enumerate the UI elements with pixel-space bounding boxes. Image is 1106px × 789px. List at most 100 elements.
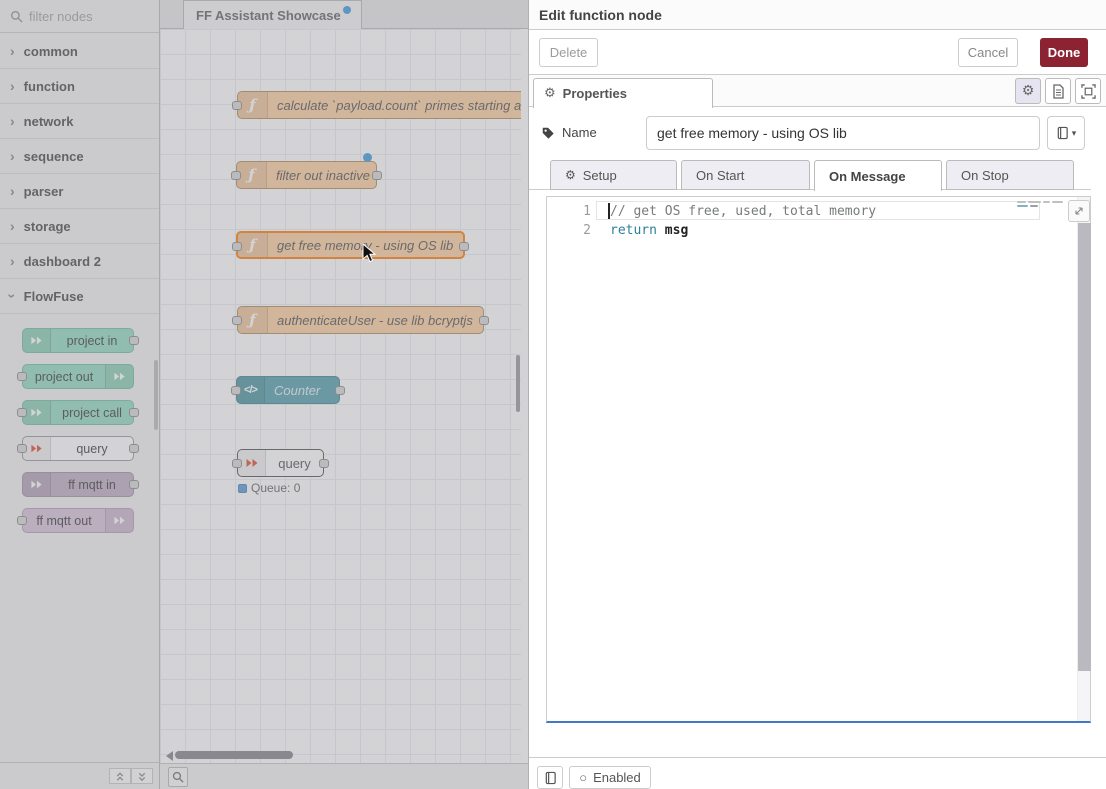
properties-tab-bar: ⚙ Properties ⚙ xyxy=(529,75,1106,107)
node-help-button[interactable] xyxy=(537,766,563,789)
zoom-search-button[interactable] xyxy=(168,767,188,787)
expand-editor-button[interactable] xyxy=(1068,200,1090,222)
enabled-circle-icon: ○ xyxy=(579,770,587,785)
appearance-view-button[interactable] xyxy=(1075,78,1101,104)
output-port[interactable] xyxy=(129,336,139,345)
tab-on-start[interactable]: On Start xyxy=(681,160,810,190)
code-line-2: return msg xyxy=(610,221,688,240)
label-options-button[interactable]: ▾ xyxy=(1047,116,1085,150)
palette-node-ff-mqtt-in[interactable]: ff mqtt in xyxy=(22,472,134,497)
expand-all-button[interactable] xyxy=(131,768,153,784)
palette-category-parser[interactable]: ›parser xyxy=(0,174,159,209)
input-port[interactable] xyxy=(231,386,241,395)
name-input[interactable] xyxy=(646,116,1040,150)
editor-scrollbar-thumb[interactable] xyxy=(1078,223,1091,671)
done-button[interactable]: Done xyxy=(1040,38,1088,67)
palette-category-function[interactable]: ›function xyxy=(0,69,159,104)
tag-icon xyxy=(541,126,555,140)
code-line-1: // get OS free, used, total memory xyxy=(610,202,876,221)
flow-node-counter[interactable]: </> Counter xyxy=(236,376,340,404)
output-port[interactable] xyxy=(479,316,489,325)
canvas-vertical-scrollbar[interactable] xyxy=(516,355,520,412)
palette-scrollbar[interactable] xyxy=(154,360,158,430)
palette-category-dashboard2[interactable]: ›dashboard 2 xyxy=(0,244,159,279)
output-port[interactable] xyxy=(129,408,139,417)
output-port[interactable] xyxy=(319,459,329,468)
delete-button[interactable]: Delete xyxy=(539,38,598,67)
palette: filter nodes ›common ›function ›network … xyxy=(0,0,160,789)
tab-on-message[interactable]: On Message xyxy=(814,160,942,191)
chevron-right-icon: › xyxy=(10,114,15,128)
palette-category-flowfuse[interactable]: ›FlowFuse xyxy=(0,279,159,314)
properties-view-button[interactable]: ⚙ xyxy=(1015,78,1041,104)
workspace-canvas[interactable]: FF Assistant Showcase ƒ calculate `paylo… xyxy=(160,0,528,789)
input-port[interactable] xyxy=(17,408,27,417)
editor-minimap xyxy=(1017,201,1065,209)
output-port[interactable] xyxy=(459,242,469,251)
palette-category-sequence[interactable]: ›sequence xyxy=(0,139,159,174)
flow-node-authenticate-user[interactable]: ƒ authenticateUser - use lib bcryptjs xyxy=(237,306,484,334)
gear-icon: ⚙ xyxy=(565,168,576,182)
document-icon xyxy=(1052,84,1065,99)
palette-category-common[interactable]: ›common xyxy=(0,34,159,69)
flow-node-get-free-memory[interactable]: ƒ get free memory - using OS lib xyxy=(236,231,465,259)
flow-area[interactable]: ƒ calculate `payload.count` primes start… xyxy=(160,29,528,763)
input-port[interactable] xyxy=(232,101,242,110)
tab-on-stop[interactable]: On Stop xyxy=(946,160,1074,190)
input-port[interactable] xyxy=(232,316,242,325)
description-view-button[interactable] xyxy=(1045,78,1071,104)
palette-node-ff-mqtt-out[interactable]: ff mqtt out xyxy=(22,508,134,533)
scroll-left-arrow[interactable] xyxy=(166,751,173,761)
editor-scrollbar[interactable] xyxy=(1077,197,1090,721)
palette-category-network[interactable]: ›network xyxy=(0,104,159,139)
output-port[interactable] xyxy=(129,480,139,489)
flow-node-filter-out-inactive[interactable]: ƒ filter out inactive xyxy=(236,161,377,189)
palette-footer xyxy=(0,762,159,789)
canvas-scroll-gutter xyxy=(521,29,528,763)
input-port[interactable] xyxy=(17,444,27,453)
workspace-tab[interactable]: FF Assistant Showcase xyxy=(183,0,362,29)
name-label: Name xyxy=(541,125,597,140)
palette-node-project-in[interactable]: project in xyxy=(22,328,134,353)
flowfuse-icon xyxy=(23,329,51,352)
input-port[interactable] xyxy=(232,459,242,468)
flow-node-calculate-primes[interactable]: ƒ calculate `payload.count` primes start… xyxy=(237,91,528,119)
canvas-horizontal-scrollbar[interactable] xyxy=(175,751,293,759)
flow-node-query[interactable]: query xyxy=(237,449,324,477)
function-icon: ƒ xyxy=(238,92,268,118)
input-port[interactable] xyxy=(232,242,242,251)
cancel-button[interactable]: Cancel xyxy=(958,38,1018,67)
search-icon xyxy=(10,10,23,23)
name-row: Name ▾ xyxy=(529,107,1106,158)
input-port[interactable] xyxy=(17,372,27,381)
selection-frame-icon xyxy=(1081,84,1096,99)
book-icon xyxy=(1056,126,1069,140)
output-port[interactable] xyxy=(372,171,382,180)
chevron-right-icon: › xyxy=(10,219,15,233)
flowfuse-icon xyxy=(105,365,133,388)
status-text: Queue: 0 xyxy=(251,481,300,495)
chevron-down-icon: › xyxy=(5,294,19,299)
node-status: Queue: 0 xyxy=(238,481,300,495)
palette-node-project-call[interactable]: project call xyxy=(22,400,134,425)
enabled-label: Enabled xyxy=(593,770,641,785)
gear-icon: ⚙ xyxy=(1022,83,1035,99)
collapse-all-button[interactable] xyxy=(109,768,131,784)
palette-node-project-out[interactable]: project out xyxy=(22,364,134,389)
enabled-toggle-button[interactable]: ○ Enabled xyxy=(569,766,651,789)
output-port[interactable] xyxy=(335,386,345,395)
chevron-right-icon: › xyxy=(10,149,15,163)
tab-properties[interactable]: ⚙ Properties xyxy=(533,78,713,108)
input-port[interactable] xyxy=(17,516,27,525)
line-number: 1 xyxy=(547,202,591,221)
dialog-title: Edit function node xyxy=(529,0,1106,30)
input-port[interactable] xyxy=(231,171,241,180)
code-editor[interactable]: 1 2 // get OS free, used, total memory r… xyxy=(546,196,1091,723)
status-dot xyxy=(238,484,247,493)
palette-node-query[interactable]: query xyxy=(22,436,134,461)
gear-icon: ⚙ xyxy=(544,86,556,101)
palette-search[interactable]: filter nodes xyxy=(0,0,159,33)
tab-setup[interactable]: ⚙ Setup xyxy=(550,160,677,190)
output-port[interactable] xyxy=(129,444,139,453)
palette-category-storage[interactable]: ›storage xyxy=(0,209,159,244)
